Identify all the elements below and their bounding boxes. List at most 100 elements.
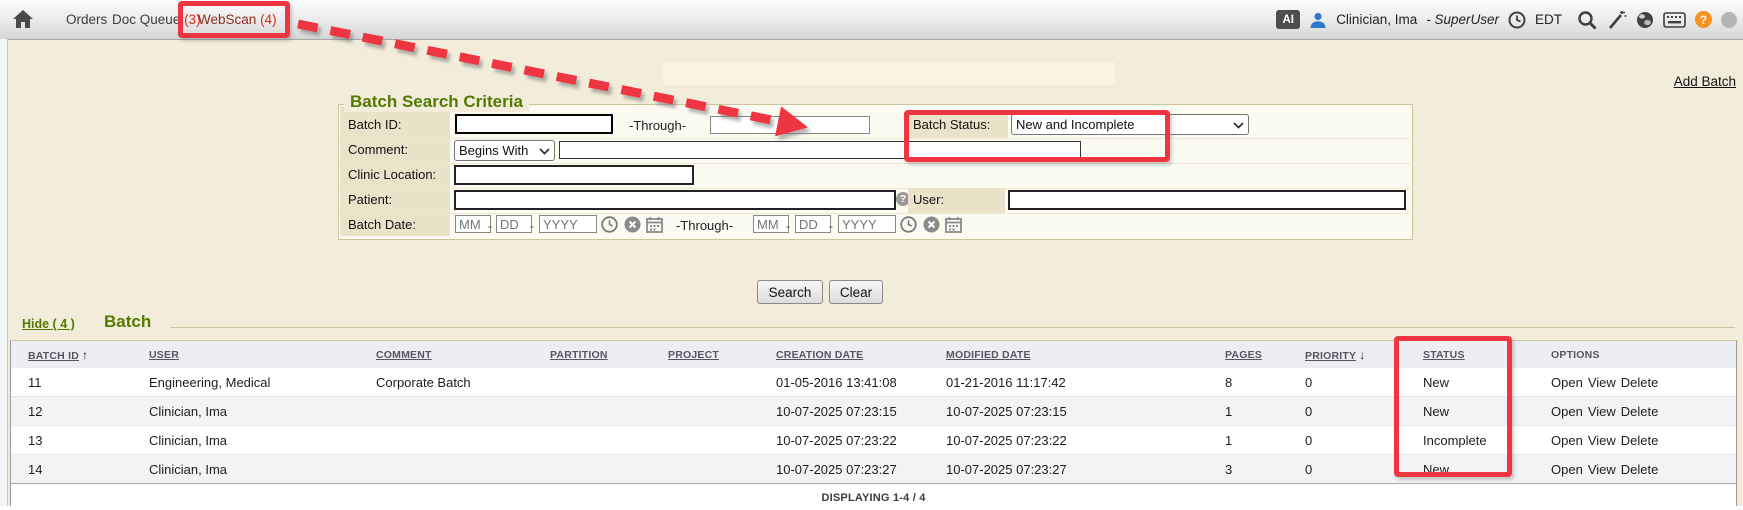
table-row: 11 Engineering, Medical Corporate Batch … — [11, 368, 1736, 396]
batch-status-label: Batch Status: — [913, 117, 990, 132]
batch-date-from-dd-input[interactable] — [496, 215, 532, 233]
user-area: AI Clinician, Ima - SuperUser EDT ? — [1276, 0, 1743, 39]
table-header-row: BATCH ID↑ USER COMMENT PARTITION PROJECT… — [11, 341, 1736, 368]
cell-comment: Corporate Batch — [376, 375, 550, 390]
view-link[interactable]: View — [1588, 404, 1616, 419]
batch-date-to-yyyy-input[interactable] — [838, 215, 896, 233]
add-batch-link[interactable]: Add Batch — [1674, 74, 1736, 89]
clear-button[interactable]: Clear — [829, 280, 883, 304]
sort-desc-icon: ↓ — [1359, 348, 1365, 362]
header-modified-date[interactable]: MODIFIED DATE — [946, 349, 1219, 361]
header-creation-date[interactable]: CREATION DATE — [776, 349, 946, 361]
keyboard-icon[interactable] — [1663, 12, 1686, 28]
comment-label: Comment: — [348, 142, 408, 157]
timezone-label: EDT — [1535, 12, 1562, 27]
clock-icon[interactable] — [1508, 11, 1526, 29]
nav-item-orders[interactable]: Orders — [66, 0, 107, 39]
clear-date-icon[interactable] — [624, 216, 641, 233]
webscan-page: Orders Doc Queue (3) WebScan (4) AI Clin… — [0, 0, 1743, 510]
open-link[interactable]: Open — [1551, 433, 1583, 448]
nav-item-webscan[interactable]: WebScan (4) — [198, 0, 277, 39]
view-link[interactable]: View — [1588, 375, 1616, 390]
cell-priority: 0 — [1299, 433, 1399, 448]
cell-modified-date: 10-07-2025 07:23:27 — [946, 462, 1219, 477]
delete-link[interactable]: Delete — [1621, 462, 1659, 477]
header-partition[interactable]: PARTITION — [550, 349, 668, 361]
cell-status: Incomplete — [1399, 433, 1529, 448]
clear-date-icon[interactable] — [923, 216, 940, 233]
header-options: OPTIONS — [1529, 349, 1736, 361]
time-picker-icon[interactable] — [601, 216, 618, 233]
help-icon[interactable]: ? — [1695, 11, 1712, 28]
ai-badge[interactable]: AI — [1276, 10, 1300, 29]
batch-date-to-dd-input[interactable] — [795, 215, 831, 233]
time-picker-icon[interactable] — [900, 216, 917, 233]
cell-modified-date: 10-07-2025 07:23:22 — [946, 433, 1219, 448]
user-icon — [1309, 11, 1327, 29]
patient-input[interactable] — [454, 190, 896, 210]
cell-batch-id: 12 — [11, 404, 149, 419]
header-status[interactable]: STATUS — [1399, 349, 1529, 361]
open-link[interactable]: Open — [1551, 375, 1583, 390]
calendar-icon[interactable] — [646, 216, 663, 233]
header-comment[interactable]: COMMENT — [376, 349, 550, 361]
batch-date-from-yyyy-input[interactable] — [539, 215, 597, 233]
cell-priority: 0 — [1299, 375, 1399, 390]
header-user[interactable]: USER — [149, 349, 376, 361]
cell-status: New — [1399, 462, 1529, 477]
open-link[interactable]: Open — [1551, 462, 1583, 477]
section-divider — [170, 327, 1735, 328]
bottom-strip — [0, 506, 1743, 510]
cell-pages: 8 — [1219, 375, 1299, 390]
header-project[interactable]: PROJECT — [668, 349, 776, 361]
batch-date-from-mm-input[interactable] — [455, 215, 491, 233]
comment-input[interactable] — [559, 141, 1081, 159]
delete-link[interactable]: Delete — [1621, 404, 1659, 419]
header-pages[interactable]: PAGES — [1219, 349, 1299, 361]
batch-table: BATCH ID↑ USER COMMENT PARTITION PROJECT… — [10, 340, 1737, 510]
batch-id-to-input[interactable] — [710, 116, 870, 134]
user-input[interactable] — [1008, 190, 1406, 210]
home-icon[interactable] — [13, 10, 33, 33]
cell-creation-date: 10-07-2025 07:23:15 — [776, 404, 946, 419]
cell-batch-id: 11 — [11, 375, 149, 390]
batch-date-to-mm-input[interactable] — [753, 215, 789, 233]
through-label: -Through- — [676, 218, 733, 233]
left-edge-strip — [0, 39, 8, 510]
user-label: User: — [913, 192, 944, 207]
view-link[interactable]: View — [1588, 462, 1616, 477]
chevron-down-icon — [539, 143, 550, 158]
through-label: -Through- — [629, 118, 686, 133]
clinic-location-input[interactable] — [454, 165, 694, 185]
batch-id-from-input[interactable] — [455, 114, 613, 134]
delete-link[interactable]: Delete — [1621, 375, 1659, 390]
search-icon[interactable] — [1577, 10, 1597, 30]
open-link[interactable]: Open — [1551, 404, 1583, 419]
cell-pages: 1 — [1219, 433, 1299, 448]
magic-wand-icon[interactable] — [1606, 10, 1627, 30]
sort-asc-icon: ↑ — [82, 348, 88, 362]
cell-creation-date: 10-07-2025 07:23:22 — [776, 433, 946, 448]
webscan-count: (4) — [260, 12, 277, 27]
header-batch-id[interactable]: BATCH ID↑ — [11, 348, 149, 362]
cell-batch-id: 14 — [11, 462, 149, 477]
header-priority[interactable]: PRIORITY↓ — [1299, 348, 1399, 362]
cell-options: Open View Delete — [1529, 433, 1736, 448]
calendar-icon[interactable] — [945, 216, 962, 233]
cell-priority: 0 — [1299, 462, 1399, 477]
cell-user: Clinician, Ima — [149, 404, 376, 419]
comment-operator-select[interactable]: Begins With — [454, 140, 555, 161]
patient-label: Patient: — [348, 192, 392, 207]
search-button[interactable]: Search — [757, 280, 823, 304]
nav-item-doc-queue[interactable]: Doc Queue (3) — [112, 0, 201, 39]
chevron-down-icon — [1233, 117, 1244, 132]
delete-link[interactable]: Delete — [1621, 433, 1659, 448]
view-link[interactable]: View — [1588, 433, 1616, 448]
batch-status-select[interactable]: New and Incomplete — [1011, 114, 1249, 135]
hide-batch-link[interactable]: Hide ( 4 ) — [22, 317, 75, 331]
globe-icon[interactable] — [1636, 11, 1654, 29]
cell-priority: 0 — [1299, 404, 1399, 419]
top-nav-bar: Orders Doc Queue (3) WebScan (4) AI Clin… — [0, 0, 1743, 40]
cell-pages: 1 — [1219, 404, 1299, 419]
cell-status: New — [1399, 404, 1529, 419]
